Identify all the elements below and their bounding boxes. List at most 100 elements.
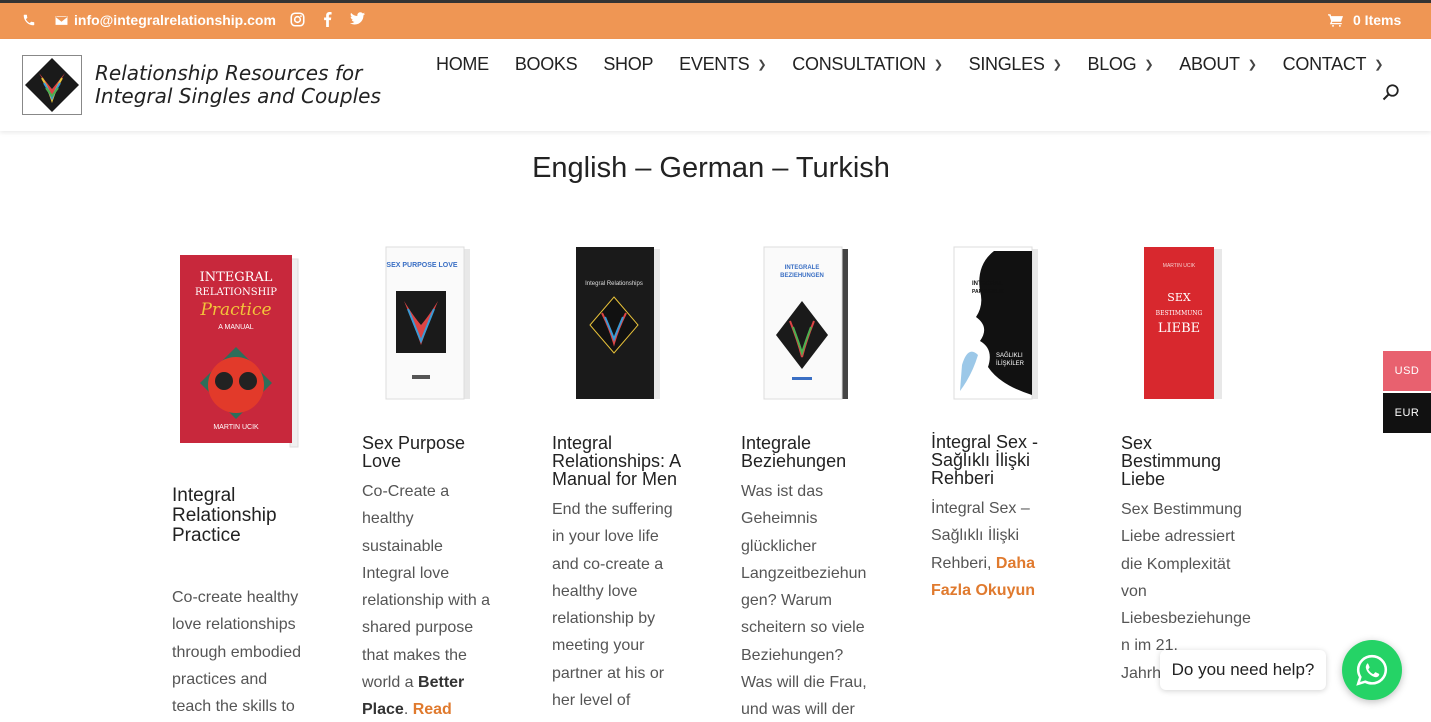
desc-line: Place. Read [362, 696, 490, 722]
desc-line: Sağlıklı İlişki [931, 527, 1020, 545]
cover-1-text-3: Practice [199, 300, 271, 320]
nav-about[interactable]: ABOUT ❯ [1179, 54, 1257, 75]
title-line: Sex Purpose [362, 433, 466, 453]
desc-line: Beziehungen? [741, 646, 844, 664]
chevron-down-icon: ❯ [1374, 59, 1384, 71]
nav-contact[interactable]: CONTACT ❯ [1283, 54, 1384, 75]
nav-singles[interactable]: SINGLES ❯ [969, 54, 1062, 75]
book-cover-4[interactable]: INTEGRALE BEZIEHUNGEN [760, 245, 852, 403]
chevron-down-icon: ❯ [1052, 59, 1062, 71]
desc-line: Co-create healthy [172, 589, 299, 606]
desc-line: meeting your [552, 637, 645, 655]
whatsapp-icon [1356, 654, 1388, 686]
chat-help-bubble[interactable]: Do you need help? [1160, 650, 1326, 690]
nav-books[interactable]: BOOKS [515, 54, 578, 75]
twitter-icon [350, 12, 365, 25]
phone-link[interactable] [22, 13, 36, 27]
book-cover-6[interactable]: MARTIN UCIK SEX BESTIMMUNG LIEBE [1140, 245, 1232, 403]
title-line: Sağlıklı İlişki [931, 450, 1031, 470]
email-text: info@integralrelationship.com [74, 12, 276, 28]
search-button[interactable] [1382, 83, 1400, 106]
currency-eur-button[interactable]: EUR [1383, 393, 1431, 433]
cover-6-text-4: LIEBE [1158, 321, 1200, 336]
whatsapp-chat-button[interactable] [1342, 640, 1402, 700]
book-title-4[interactable]: Integrale Beziehungen [741, 434, 846, 470]
book-cover-3[interactable]: Integral Relationships [572, 245, 664, 403]
nav-shop-label: SHOP [603, 54, 654, 74]
instagram-icon [290, 12, 305, 27]
phone-icon [23, 14, 35, 26]
desc-line: relationship by [552, 610, 656, 628]
read-more-link-5[interactable]: Daha [996, 555, 1035, 572]
desc-line: glücklicher [741, 537, 817, 555]
nav-home[interactable]: HOME [436, 54, 489, 75]
desc-line: world a Better [362, 669, 490, 696]
cover-1-text-4: A MANUAL [218, 324, 254, 331]
cover-4-text-2: BEZIEHUNGEN [780, 273, 824, 279]
read-more-link-5-cont[interactable]: Fazla Okuyun [931, 582, 1035, 599]
book-title-5[interactable]: İntegral Sex - Sağlıklı İlişki Rehberi [931, 433, 1038, 487]
facebook-link[interactable] [323, 12, 332, 27]
cover-4-text-1: INTEGRALE [785, 265, 820, 271]
title-line: Relationship [172, 505, 277, 526]
desc-line: teach the skills to [172, 698, 295, 716]
book-cover-1[interactable]: INTEGRAL RELATIONSHIP Practice A MANUAL … [172, 253, 302, 450]
desc-line: Liebe adressiert [1121, 528, 1235, 546]
nav-blog[interactable]: BLOG ❯ [1087, 54, 1153, 75]
book-cover-2[interactable]: SEX PURPOSE LOVE [382, 245, 474, 403]
desc-line: practices and [172, 670, 268, 688]
site-logo[interactable] [22, 55, 82, 115]
section-title: English – German – Turkish [532, 152, 890, 184]
cover-5-text-2: PARTNERLIK [972, 289, 1004, 295]
chat-help-text: Do you need help? [1171, 660, 1315, 679]
desc-line: von [1121, 582, 1147, 600]
site-tagline[interactable]: Relationship Resources for Integral Sing… [95, 62, 381, 108]
desc-line: gen? Warum [741, 592, 832, 610]
read-more-link-2[interactable]: Read [413, 701, 452, 718]
title-line: Sex [1121, 433, 1153, 453]
chevron-down-icon: ❯ [1247, 59, 1257, 71]
desc-line: Integral love [362, 564, 450, 582]
book-title-2[interactable]: Sex Purpose Love [362, 434, 465, 470]
tagline-line-1: Relationship Resources for [95, 61, 363, 85]
nav-events[interactable]: EVENTS ❯ [679, 54, 766, 75]
twitter-link[interactable] [350, 12, 365, 25]
desc-line: Was will die Frau, [741, 674, 867, 692]
title-line: Integral [552, 433, 613, 453]
email-link[interactable]: info@integralrelationship.com [55, 12, 276, 28]
nav-about-label: ABOUT [1179, 54, 1240, 74]
cover-5-text-3: SAĞLIKLI [996, 352, 1023, 359]
facebook-icon [324, 12, 332, 27]
currency-usd-label: USD [1394, 365, 1420, 377]
book-cover-5[interactable]: INTEGRAL PARTNERLIK SAĞLIKLI İLİŞKİLER [950, 245, 1042, 403]
cart-label: 0 Items [1353, 12, 1402, 28]
desc-line: that makes the [362, 646, 467, 664]
cart-link[interactable]: 0 Items [1328, 12, 1401, 28]
instagram-link[interactable] [290, 12, 305, 27]
title-line: Bestimmung [1121, 451, 1222, 471]
tagline-line-2: Integral Singles and Couples [95, 84, 381, 108]
book-title-6[interactable]: Sex Bestimmung Liebe [1121, 434, 1221, 488]
title-line: Love [362, 451, 402, 471]
desc-line: Langzeitbeziehun [741, 564, 867, 582]
cover-2-text-1: SEX PURPOSE LOVE [386, 262, 458, 269]
cart-icon [1328, 13, 1343, 27]
desc-text: . [403, 701, 413, 719]
nav-consultation[interactable]: CONSULTATION ❯ [792, 54, 943, 75]
title-line: Rehberi [931, 468, 995, 488]
nav-blog-label: BLOG [1087, 54, 1137, 74]
title-line: Practice [172, 525, 241, 546]
book-desc-5: İntegral Sex – Sağlıklı İlişki Rehberi, … [931, 495, 1035, 604]
nav-shop[interactable]: SHOP [603, 54, 653, 75]
desc-line: die Komplexität [1121, 555, 1231, 573]
book-title-1[interactable]: Integral Relationship Practice [172, 486, 277, 546]
desc-line: Geheimnis [741, 510, 818, 528]
nav-events-label: EVENTS [679, 54, 750, 74]
cover-1-text-2: RELATIONSHIP [195, 287, 277, 298]
title-line: Manual for Men [552, 469, 678, 489]
book-desc-2: Co-Create a healthy sustainable Integral… [362, 478, 490, 722]
book-title-3[interactable]: Integral Relationships: A Manual for Men [552, 434, 681, 488]
desc-line: through embodied [172, 643, 301, 661]
currency-usd-button[interactable]: USD [1383, 351, 1431, 391]
desc-line: healthy [362, 510, 414, 528]
